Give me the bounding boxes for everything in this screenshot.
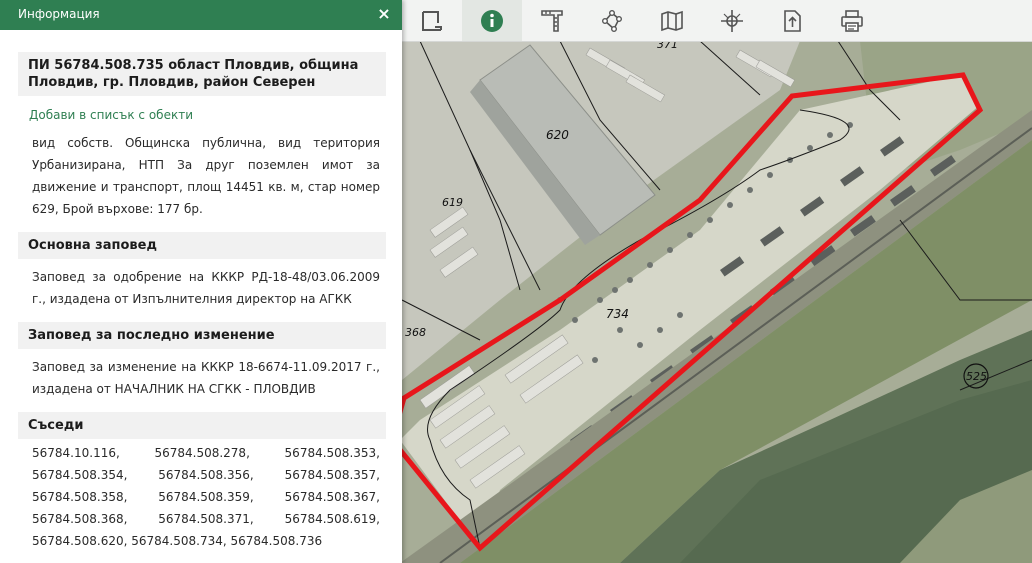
parcel-label-734: 734	[606, 307, 629, 321]
map-layers-icon	[661, 10, 683, 31]
measure-ruler-icon	[541, 9, 563, 32]
main-order-text: Заповед за одобрение на КККР РД-18-48/03…	[32, 270, 380, 306]
parcel-label-368: 368	[405, 326, 426, 339]
select-rectangle-tool[interactable]	[402, 0, 462, 41]
parcel-label-525: 525	[966, 370, 987, 383]
last-change-text: Заповед за изменение на КККР 18-6674-11.…	[32, 360, 380, 396]
close-icon[interactable]: ×	[374, 3, 394, 25]
neighbor-item: 56784.508.356,	[158, 468, 254, 482]
neighbor-item: 56784.508.354,	[32, 468, 128, 482]
last-change-heading: Заповед за последно изменение	[18, 322, 386, 349]
crosshair-coordinates-icon	[721, 9, 743, 32]
polygon-nodes-icon	[602, 9, 623, 32]
parcel-label-619: 619	[442, 196, 463, 209]
export-tool[interactable]	[762, 0, 822, 41]
info-panel-body: ПИ 56784.508.735 област Пловдив, община …	[18, 52, 386, 552]
neighbor-item: 56784.508.371,	[158, 512, 254, 526]
layers-tool[interactable]	[642, 0, 702, 41]
neighbor-item: 56784.508.353,	[284, 446, 380, 460]
info-tool[interactable]	[462, 0, 522, 41]
map-toolbar	[402, 0, 1032, 42]
print-tool[interactable]	[822, 0, 882, 41]
add-to-list-link[interactable]: Добави в списък с обекти	[29, 108, 386, 122]
measure-tool[interactable]	[522, 0, 582, 41]
neighbor-item: 56784.508.619,	[284, 512, 380, 526]
print-icon	[841, 9, 863, 32]
neighbor-item: 56784.10.116,	[32, 446, 120, 460]
coordinates-tool[interactable]	[702, 0, 762, 41]
export-upload-icon	[784, 9, 801, 32]
neighbor-item: 56784.508.620, 56784.508.734, 56784.508.…	[32, 534, 323, 548]
polygon-tool[interactable]	[582, 0, 642, 41]
info-panel-header: Информация ×	[0, 0, 402, 30]
neighbor-item: 56784.508.368,	[32, 512, 128, 526]
neighbor-item: 56784.508.359,	[158, 490, 254, 504]
neighbor-item: 56784.508.367,	[284, 490, 380, 504]
info-icon	[481, 9, 503, 32]
property-description: вид собств. Общинска публична, вид терит…	[32, 136, 380, 216]
neighbor-item: 56784.508.357,	[284, 468, 380, 482]
neighbors-heading: Съседи	[18, 412, 386, 439]
property-title: ПИ 56784.508.735 област Пловдив, община …	[18, 52, 386, 96]
neighbor-item: 56784.508.278,	[154, 446, 250, 460]
neighbor-item: 56784.508.358,	[32, 490, 128, 504]
main-order-heading: Основна заповед	[18, 232, 386, 259]
info-panel-title: Информация	[18, 7, 100, 21]
info-panel: Информация × ПИ 56784.508.735 област Пло…	[0, 0, 402, 563]
parcel-label-620: 620	[546, 128, 569, 142]
select-rectangle-icon	[422, 10, 442, 31]
neighbors-list: 56784.10.116, 56784.508.278, 56784.508.3…	[18, 439, 386, 552]
